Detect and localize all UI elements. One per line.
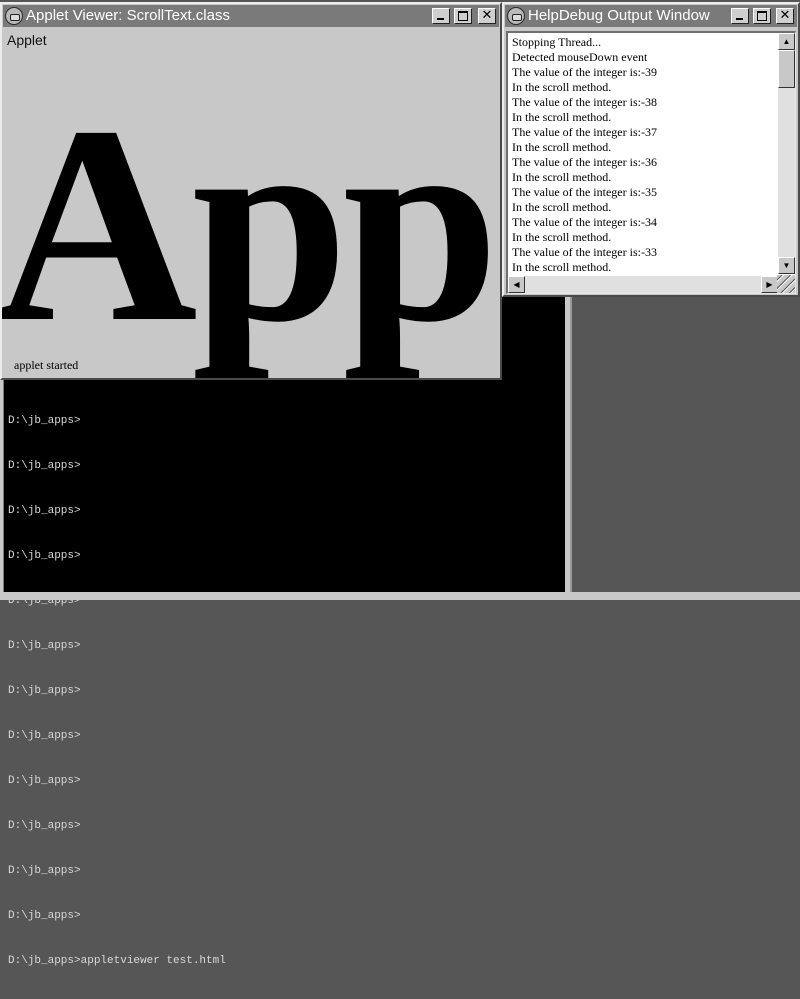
console-line: D:\jb_apps> bbox=[8, 505, 81, 517]
debug-line: In the scroll method. bbox=[512, 170, 612, 184]
console-line: D:\jb_apps> bbox=[8, 775, 81, 787]
debug-line: In the scroll method. bbox=[512, 80, 612, 94]
applet-canvas[interactable]: App bbox=[2, 30, 500, 378]
close-icon[interactable]: ✕ bbox=[478, 8, 496, 24]
debug-window-title: HelpDebug Output Window bbox=[528, 7, 710, 24]
debug-line: In the scroll method. bbox=[512, 230, 612, 244]
resize-grip-icon[interactable] bbox=[777, 275, 795, 293]
debug-line: In the scroll method. bbox=[512, 200, 612, 214]
scroll-right-icon[interactable]: ▶ bbox=[761, 276, 778, 293]
scroll-left-icon[interactable]: ◀ bbox=[508, 276, 525, 293]
debug-output-window[interactable]: HelpDebug Output Window ✕ Stopping Threa… bbox=[502, 2, 800, 297]
applet-viewer-window[interactable]: Applet Viewer: ScrollText.class ✕ Applet… bbox=[0, 2, 502, 380]
scroll-up-icon[interactable]: ▲ bbox=[778, 33, 795, 50]
debug-text-area[interactable]: Stopping Thread... Detected mouseDown ev… bbox=[506, 31, 796, 294]
minimize-icon[interactable] bbox=[731, 8, 749, 24]
console-line: D:\jb_apps> bbox=[8, 640, 81, 652]
horizontal-scrollbar[interactable]: ◀ ▶ bbox=[508, 276, 778, 293]
debug-line: The value of the integer is:-36 bbox=[512, 155, 657, 169]
applet-window-title: Applet Viewer: ScrollText.class bbox=[26, 7, 230, 24]
console-line: D:\jb_apps> bbox=[8, 550, 81, 562]
maximize-icon[interactable] bbox=[454, 8, 472, 24]
debug-titlebar[interactable]: HelpDebug Output Window ✕ bbox=[505, 5, 797, 27]
java-coffee-cup-icon[interactable] bbox=[507, 7, 525, 25]
debug-line: In the scroll method. bbox=[512, 110, 612, 124]
applet-titlebar[interactable]: Applet Viewer: ScrollText.class ✕ bbox=[3, 5, 499, 27]
console-line: D:\jb_apps> bbox=[8, 685, 81, 697]
debug-line: The value of the integer is:-38 bbox=[512, 95, 657, 109]
console-line: D:\jb_apps> bbox=[8, 820, 81, 832]
debug-line: The value of the integer is:-33 bbox=[512, 245, 657, 259]
minimize-icon[interactable] bbox=[432, 8, 450, 24]
java-coffee-cup-icon[interactable] bbox=[5, 7, 23, 25]
debug-lines: Stopping Thread... Detected mouseDown ev… bbox=[512, 35, 774, 275]
debug-line: The value of the integer is:-37 bbox=[512, 125, 657, 139]
debug-line: In the scroll method. bbox=[512, 260, 612, 274]
console-line: D:\jb_apps> bbox=[8, 910, 81, 922]
debug-line: The value of the integer is:-34 bbox=[512, 215, 657, 229]
vertical-scrollbar[interactable]: ▲ ▼ bbox=[778, 33, 795, 274]
console-line: D:\jb_apps> bbox=[8, 865, 81, 877]
console-line: D:\jb_apps>appletviewer test.html bbox=[8, 955, 226, 967]
applet-status: applet started bbox=[14, 358, 79, 372]
scroll-text: App bbox=[2, 68, 499, 378]
close-icon[interactable]: ✕ bbox=[776, 8, 794, 24]
maximize-icon[interactable] bbox=[753, 8, 771, 24]
console-lines: D:\jb_apps> D:\jb_apps> D:\jb_apps> D:\j… bbox=[8, 384, 226, 999]
scroll-down-icon[interactable]: ▼ bbox=[778, 257, 795, 274]
debug-line: In the scroll method. bbox=[512, 140, 612, 154]
console-line: D:\jb_apps> bbox=[8, 460, 81, 472]
debug-line: Detected mouseDown event bbox=[512, 50, 648, 64]
console-bottom-edge bbox=[0, 592, 800, 600]
debug-line: The value of the integer is:-39 bbox=[512, 65, 657, 79]
debug-line: The value of the integer is:-35 bbox=[512, 185, 657, 199]
debug-line: Stopping Thread... bbox=[512, 35, 602, 49]
vertical-scroll-thumb[interactable] bbox=[778, 50, 795, 88]
console-line: D:\jb_apps> bbox=[8, 415, 81, 427]
console-line: D:\jb_apps> bbox=[8, 730, 81, 742]
